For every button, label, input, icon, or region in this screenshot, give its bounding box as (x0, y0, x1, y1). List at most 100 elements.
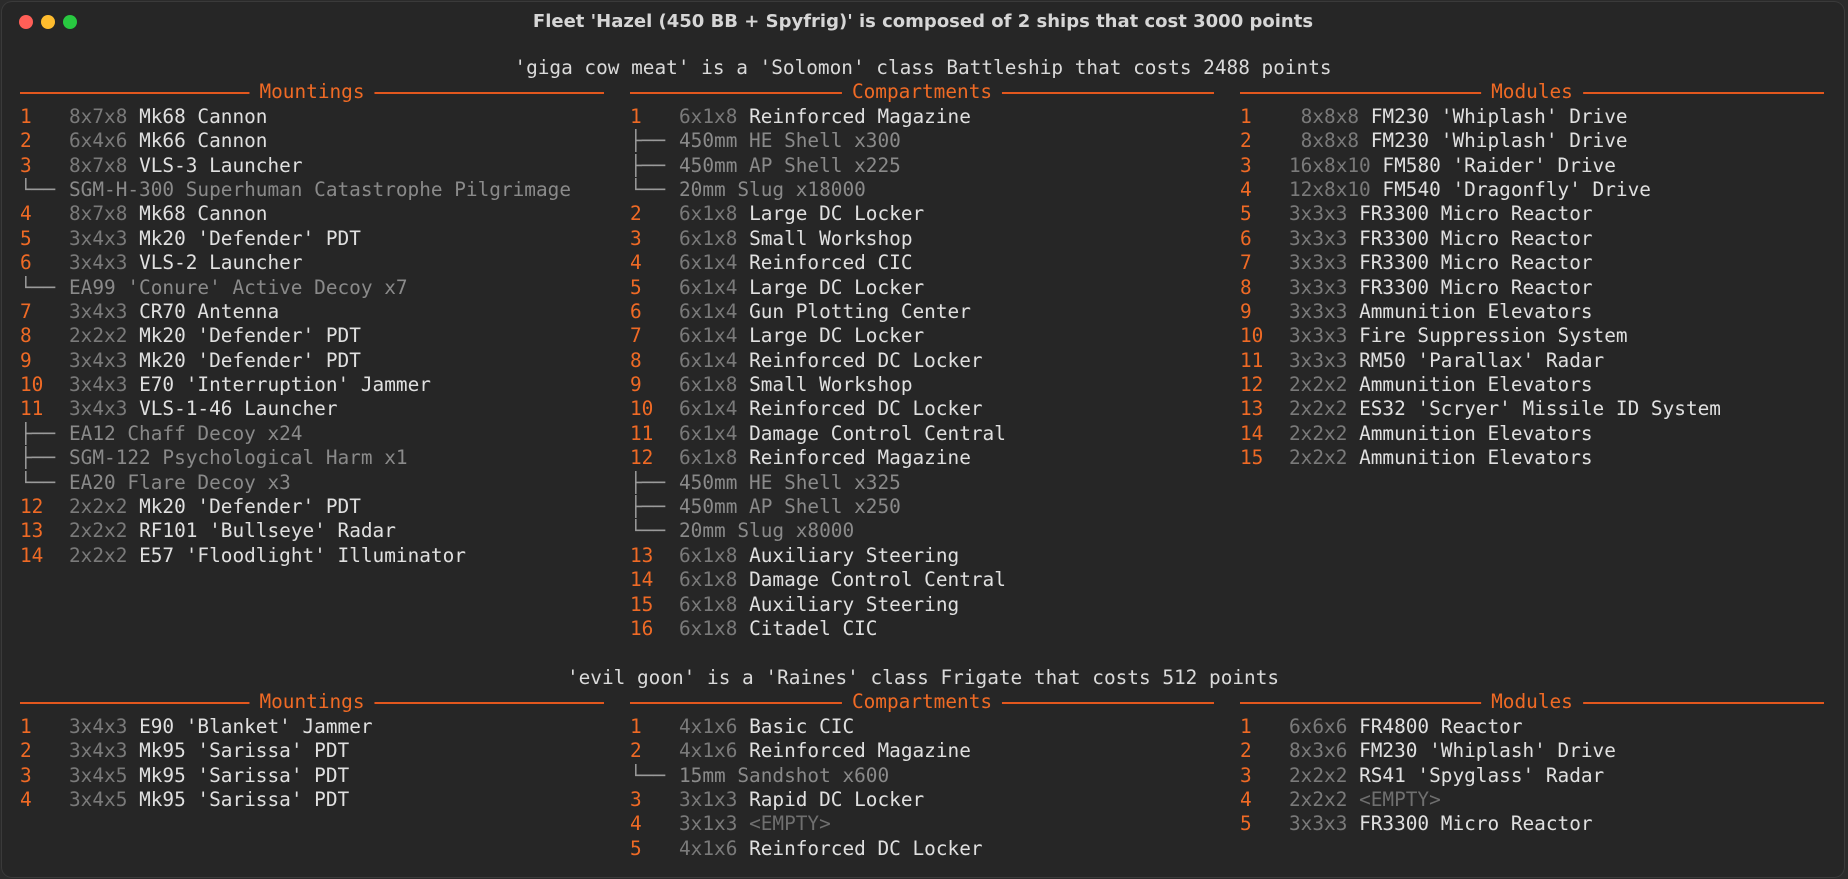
empty-slot: <EMPTY> (1359, 787, 1441, 811)
list-item: 7 3x4x3 CR70 Antenna (20, 300, 604, 324)
item-number: 3 (630, 787, 642, 811)
item-name: Basic CIC (749, 714, 855, 738)
column-header: Modules (1240, 80, 1824, 105)
item-number: 4 (20, 787, 32, 811)
item-name: Reinforced DC Locker (749, 836, 983, 860)
item-number: 8 (630, 348, 642, 372)
tree-connector: └── (20, 470, 56, 494)
item-name: E70 'Interruption' Jammer (139, 373, 431, 397)
item-name: FR3300 Micro Reactor (1359, 812, 1593, 836)
list-item: 4 3x1x3 <EMPTY> (630, 812, 1214, 836)
tree-connector: └── (20, 177, 56, 201)
item-size: 6x1x4 (679, 421, 738, 445)
item-size: 6x1x8 (679, 373, 738, 397)
item-size: 6x1x4 (679, 299, 738, 323)
item-number: 1 (20, 714, 32, 738)
item-name: Large DC Locker (749, 324, 925, 348)
item-name: FM230 'Whiplash' Drive (1359, 739, 1616, 763)
compartments-column: Compartments 1 6x1x8 Reinforced Magazine ├… (630, 80, 1214, 641)
list-item: 6 6x1x4 Gun Plotting Center (630, 300, 1214, 324)
item-number: 7 (20, 299, 32, 323)
item-size: 3x3x3 (1289, 226, 1348, 250)
list-item: 8 3x3x3 FR3300 Micro Reactor (1240, 276, 1824, 300)
title-bar: Fleet 'Hazel (450 BB + Spyfrig)' is comp… (2, 2, 1844, 42)
list-item: 1 6x6x6 FR4800 Reactor (1240, 715, 1824, 739)
list-item: 3 3x4x5 Mk95 'Sarissa' PDT (20, 764, 604, 788)
item-number: 4 (630, 812, 642, 836)
list-item: 9 3x4x3 Mk20 'Defender' PDT (20, 349, 604, 373)
sub-item-label: 450mm HE Shell x300 (679, 129, 901, 153)
item-size: 6x1x4 (679, 397, 738, 421)
list-item: 4 12x8x10 FM540 'Dragonfly' Drive (1240, 178, 1824, 202)
list-item: 11 3x3x3 RM50 'Parallax' Radar (1240, 349, 1824, 373)
item-name: FR3300 Micro Reactor (1359, 202, 1593, 226)
list-item: 2 6x4x6 Mk66 Cannon (20, 129, 604, 153)
sub-item: ├── 450mm HE Shell x325 (630, 471, 1214, 495)
item-name: Mk66 Cannon (139, 129, 268, 153)
column-header: Modules (1240, 690, 1824, 715)
sub-item-label: EA99 'Conure' Active Decoy x7 (69, 275, 408, 299)
item-size: 2x2x2 (1289, 397, 1348, 421)
item-size: 3x4x3 (69, 397, 128, 421)
item-size: 6x1x8 (679, 616, 738, 640)
sub-item-label: 450mm AP Shell x250 (679, 495, 901, 519)
item-size: 3x3x3 (1289, 202, 1348, 226)
list-item: 1 8x8x8 FM230 'Whiplash' Drive (1240, 105, 1824, 129)
item-size: 6x1x8 (679, 104, 738, 128)
item-number: 11 (630, 421, 654, 445)
item-number: 12 (20, 495, 44, 519)
item-name: Ammunition Elevators (1359, 373, 1593, 397)
list-item: 5 3x3x3 FR3300 Micro Reactor (1240, 812, 1824, 836)
item-number: 3 (630, 226, 642, 250)
list-item: 16 6x1x8 Citadel CIC (630, 617, 1214, 641)
sub-item: └── EA20 Flare Decoy x3 (20, 471, 604, 495)
window-title: Fleet 'Hazel (450 BB + Spyfrig)' is comp… (532, 11, 1314, 32)
terminal-window: Fleet 'Hazel (450 BB + Spyfrig)' is comp… (2, 2, 1844, 877)
tree-connector: └── (20, 275, 56, 299)
tree-connector: ├── (20, 446, 56, 470)
item-number: 2 (1240, 739, 1252, 763)
item-name: E90 'Blanket' Jammer (139, 714, 373, 738)
item-number: 13 (630, 543, 654, 567)
item-size: 6x1x8 (679, 543, 738, 567)
item-name: Reinforced Magazine (749, 446, 971, 470)
item-number: 8 (20, 324, 32, 348)
item-size: 16x8x10 (1289, 153, 1371, 177)
item-number: 2 (20, 739, 32, 763)
item-size: 6x1x8 (679, 446, 738, 470)
list-item: 5 6x1x4 Large DC Locker (630, 276, 1214, 300)
list-item: 1 4x1x6 Basic CIC (630, 715, 1214, 739)
item-name: Mk20 'Defender' PDT (139, 495, 361, 519)
item-name: Mk95 'Sarissa' PDT (139, 787, 350, 811)
sub-item-label: 20mm Slug x18000 (679, 177, 866, 201)
item-name: VLS-1-46 Launcher (139, 397, 338, 421)
item-name: Ammunition Elevators (1359, 299, 1593, 323)
sub-item-label: EA12 Chaff Decoy x24 (69, 421, 303, 445)
item-number: 5 (1240, 812, 1252, 836)
item-name: Mk68 Cannon (139, 202, 268, 226)
item-number: 7 (1240, 251, 1252, 275)
item-name: Ammunition Elevators (1359, 446, 1593, 470)
item-size: 6x1x4 (679, 251, 738, 275)
item-number: 1 (630, 714, 642, 738)
item-size: 2x2x2 (1289, 421, 1348, 445)
item-size: 8x7x8 (69, 202, 128, 226)
list-item: 8 6x1x4 Reinforced DC Locker (630, 349, 1214, 373)
list-item: 5 3x4x3 Mk20 'Defender' PDT (20, 227, 604, 251)
item-number: 5 (20, 226, 32, 250)
item-name: VLS-3 Launcher (139, 153, 303, 177)
tree-connector: └── (630, 177, 666, 201)
item-number: 5 (1240, 202, 1252, 226)
ship-section-frigate: 'evil goon' is a 'Raines' class Frigate … (2, 666, 1844, 860)
sub-item: └── 20mm Slug x18000 (630, 178, 1214, 202)
sub-item: ├── 450mm AP Shell x225 (630, 154, 1214, 178)
tree-connector: ├── (630, 470, 666, 494)
list-item: 6 3x4x3 VLS-2 Launcher (20, 251, 604, 275)
mountings-column: Mountings 1 8x7x8 Mk68 Cannon 2 6x4x6 Mk66 … (20, 80, 604, 568)
item-number: 8 (1240, 275, 1252, 299)
item-size: 3x4x3 (69, 251, 128, 275)
list-item: 12 2x2x2 Ammunition Elevators (1240, 373, 1824, 397)
compartments-column: Compartments 1 4x1x6 Basic CIC 2 4x1x6 Rein… (630, 690, 1214, 861)
item-number: 10 (1240, 324, 1264, 348)
list-item: 4 6x1x4 Reinforced CIC (630, 251, 1214, 275)
